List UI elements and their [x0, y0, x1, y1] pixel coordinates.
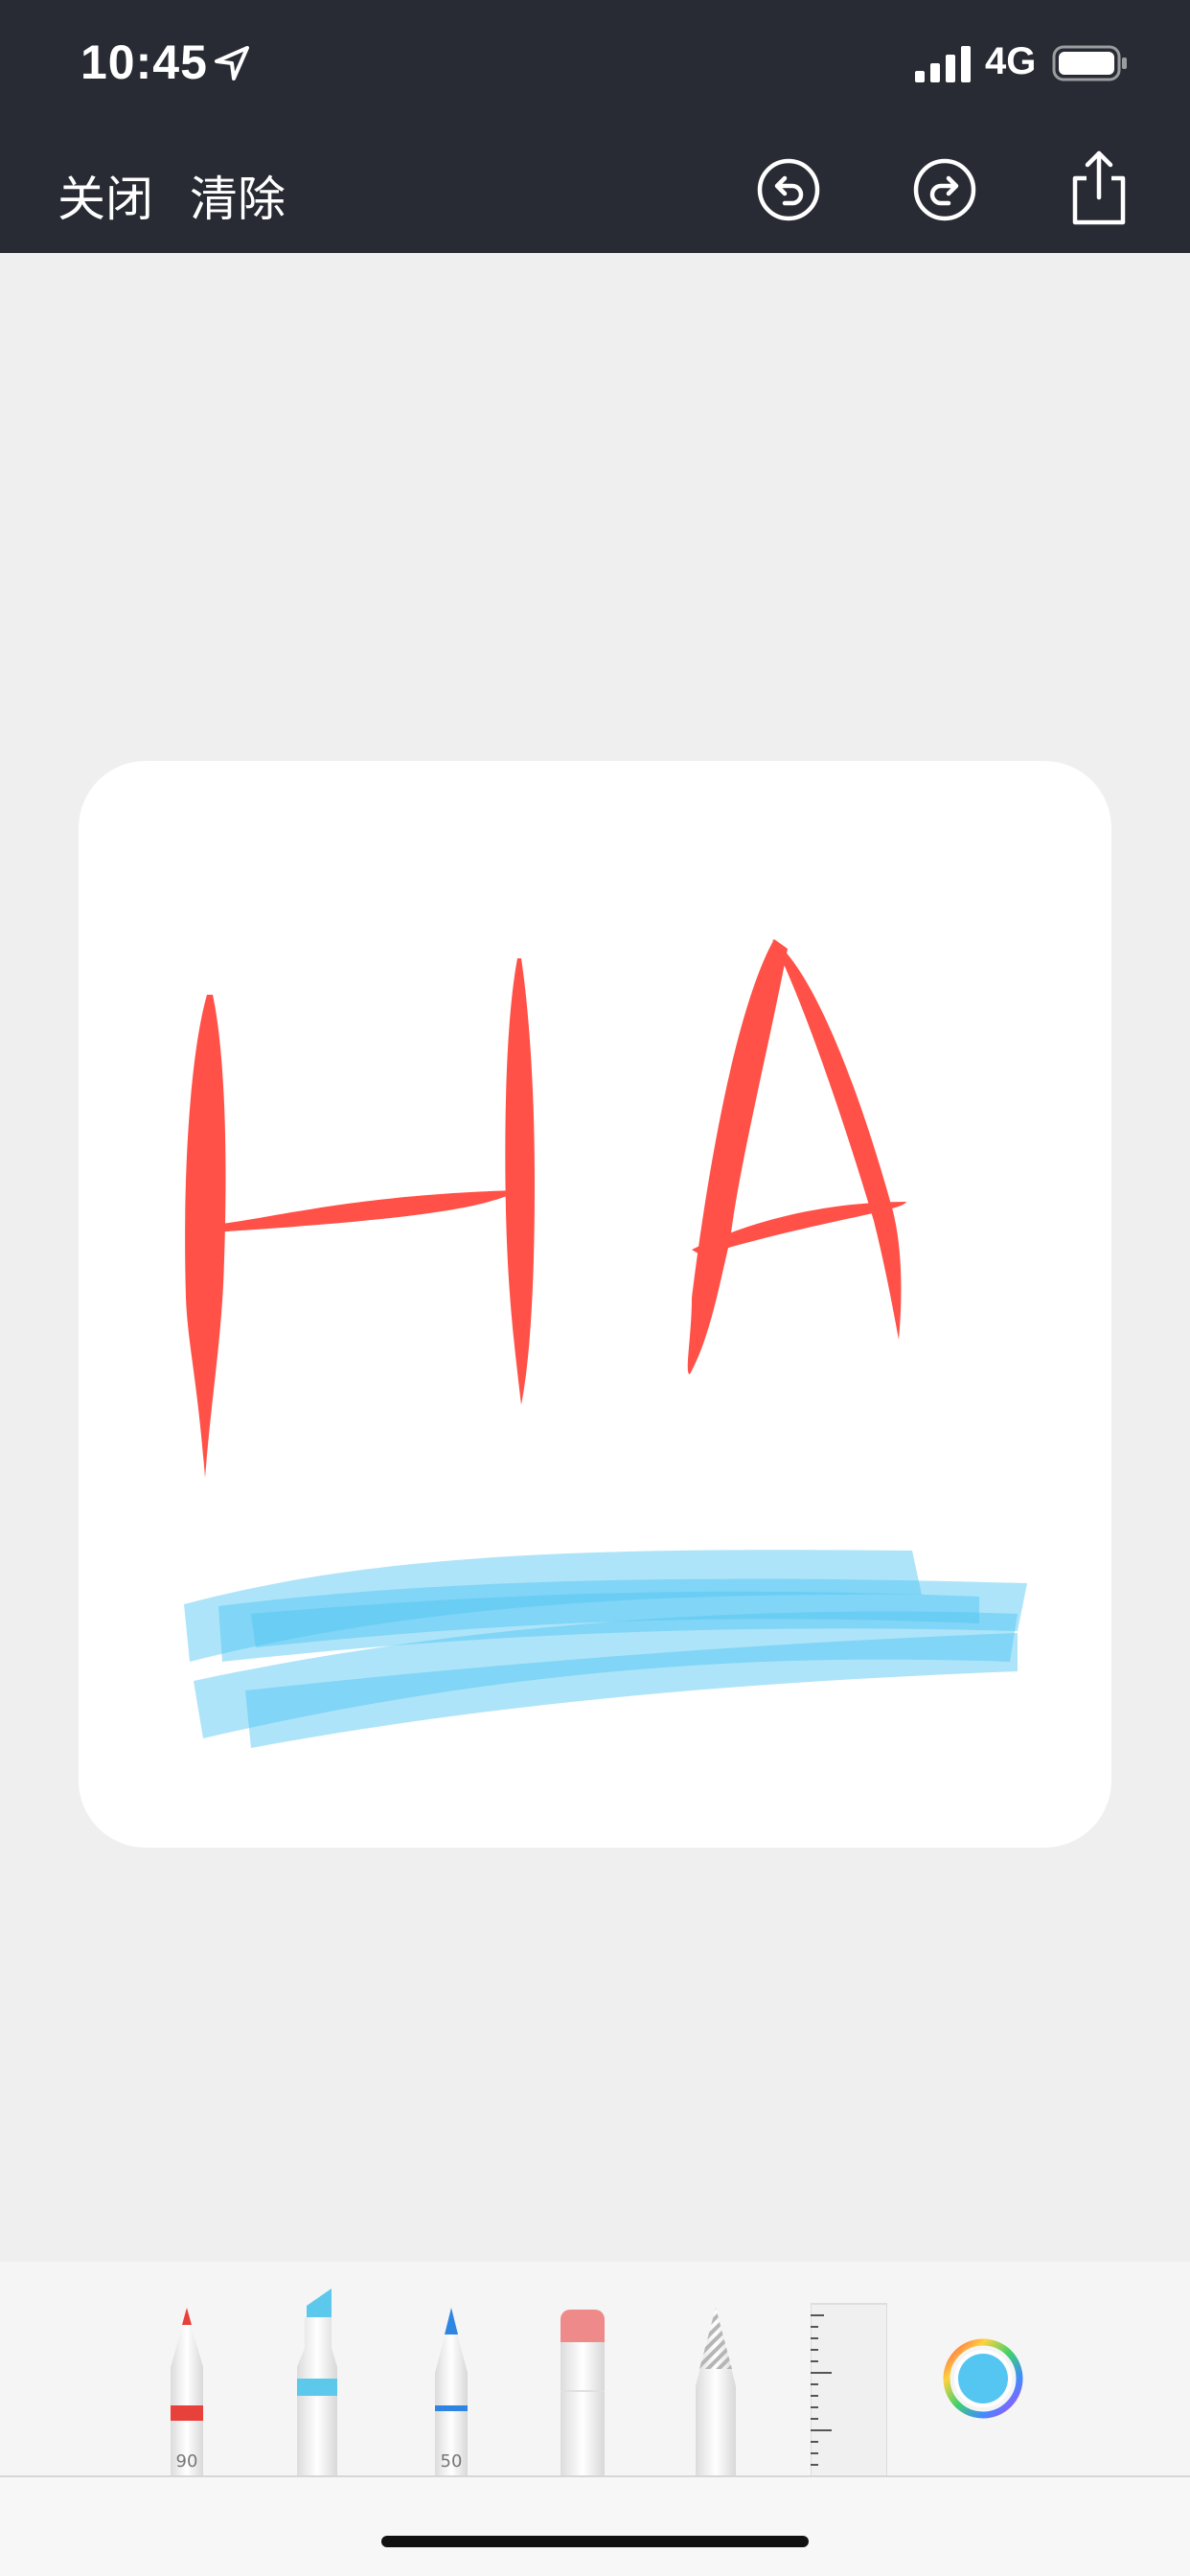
drawing-canvas[interactable]: [79, 761, 1111, 1848]
home-indicator-area: [0, 2477, 1190, 2576]
letter-a-stroke: [687, 939, 906, 1374]
letter-h-stroke: [185, 958, 535, 1478]
eraser-tool[interactable]: [549, 2262, 616, 2476]
home-indicator[interactable]: [381, 2536, 809, 2547]
drawing-strokes: [184, 939, 1027, 1748]
selected-color-swatch: [958, 2354, 1008, 2404]
lasso-icon: [696, 2308, 736, 2476]
blue-highlight-strokes: [184, 1550, 1027, 1748]
pencil-size-label: 50: [440, 2451, 463, 2472]
share-icon[interactable]: [1065, 150, 1133, 226]
pencil-icon: [435, 2308, 468, 2476]
status-time: 10:45: [80, 35, 208, 89]
redo-icon[interactable]: [912, 157, 977, 222]
pen-tool[interactable]: 90: [153, 2262, 220, 2476]
status-bar: 10:45 4G: [0, 0, 1190, 134]
signal-bars-icon: [915, 46, 971, 82]
pen-size-label: 90: [175, 2451, 198, 2472]
ruler-tool[interactable]: [811, 2262, 887, 2476]
color-picker-button[interactable]: [943, 2338, 1023, 2419]
lasso-tool[interactable]: [682, 2262, 749, 2476]
top-toolbar: 关闭 清除: [0, 134, 1190, 253]
battery-icon: [1052, 45, 1127, 81]
marker-icon: [297, 2288, 337, 2476]
location-arrow-icon: [215, 46, 249, 80]
clear-button[interactable]: 清除: [190, 161, 286, 230]
pencil-tool[interactable]: 50: [418, 2262, 485, 2476]
close-button[interactable]: 关闭: [57, 161, 153, 230]
network-type: 4G: [985, 40, 1037, 82]
eraser-icon: [561, 2310, 605, 2476]
undo-icon[interactable]: [756, 157, 821, 222]
pen-icon: [171, 2308, 203, 2476]
ruler-icon: [811, 2303, 887, 2476]
marker-tool[interactable]: [284, 2262, 351, 2476]
